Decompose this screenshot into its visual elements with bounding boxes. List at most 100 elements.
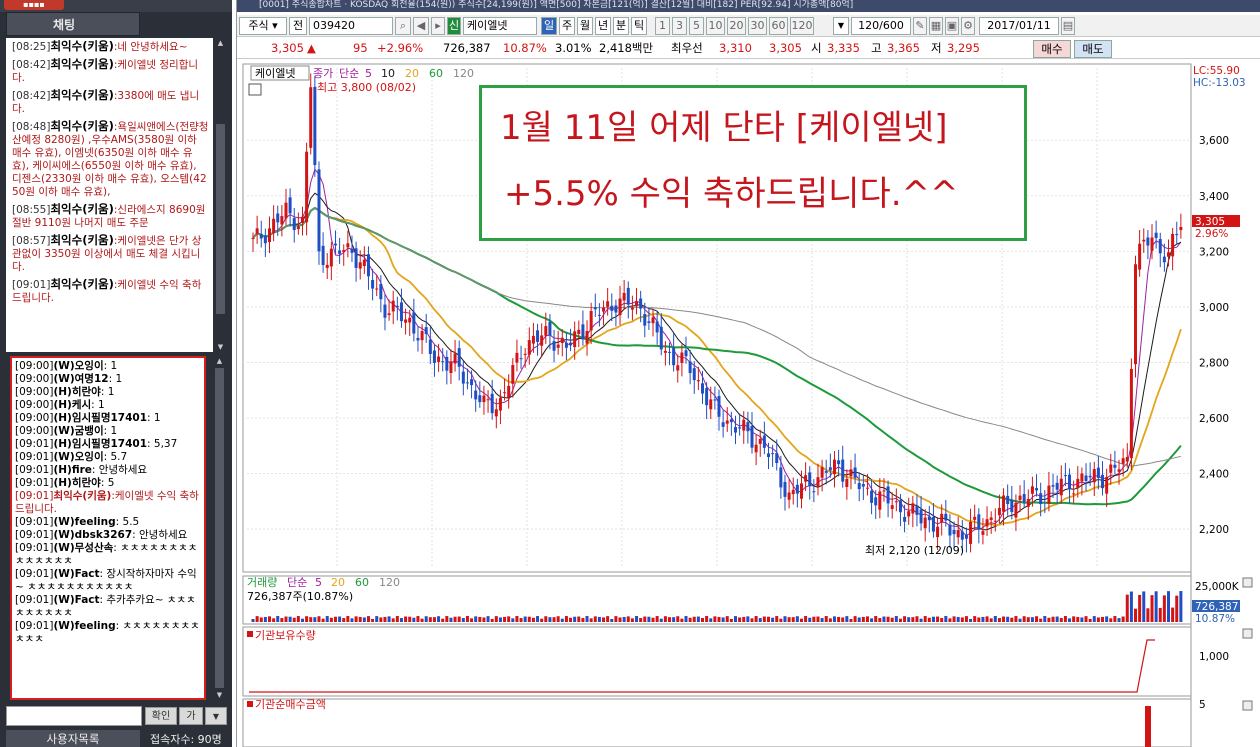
grid-icon[interactable]: ▦ [929, 17, 943, 35]
volume-bar [845, 616, 849, 622]
candle-body [1030, 486, 1034, 494]
volume-bar [705, 616, 709, 622]
scrollbar-thumb[interactable] [215, 368, 224, 688]
interval-button-3[interactable]: 10 [706, 17, 725, 35]
confirm-button[interactable]: 확인 [145, 707, 177, 725]
chat-message-input[interactable] [6, 706, 142, 726]
user-list-tab[interactable]: 사용자목록 [6, 730, 140, 747]
institution-holdings-pane [242, 626, 1192, 697]
candle-body [333, 243, 337, 246]
market-type-select[interactable]: 주식 ▾ [239, 17, 287, 35]
interval-button-7[interactable]: 120 [790, 17, 814, 35]
volume-bar [259, 617, 263, 622]
data-count-field[interactable]: 120/600 [851, 17, 911, 35]
volume-bar [791, 617, 795, 622]
buy-button[interactable]: 매수 [1033, 40, 1071, 58]
message-text: : 1 [100, 386, 115, 398]
volume-bar [717, 616, 721, 622]
volume-bar [894, 616, 898, 622]
scroll-down-arrow-icon[interactable]: ▼ [215, 342, 226, 352]
interval-button-2[interactable]: 5 [689, 17, 704, 35]
period-button-3[interactable]: 년 [595, 17, 611, 35]
chat-top-tab[interactable]: ▪▪▪▪ [4, 0, 64, 10]
candle-body [766, 453, 770, 458]
scroll-down-arrow-icon[interactable]: ▼ [214, 690, 225, 700]
candle-body [709, 399, 713, 410]
volume-bar [329, 617, 333, 622]
period-button-5[interactable]: 틱 [631, 17, 647, 35]
interval-button-6[interactable]: 60 [769, 17, 788, 35]
pin-icon[interactable]: ✎ [913, 17, 927, 35]
ma-period-5: 5 [365, 67, 372, 80]
candle-body [808, 472, 812, 486]
message-author: (W)feeling [53, 620, 116, 632]
scrollbar-thumb[interactable] [216, 124, 225, 314]
volume-bar [465, 616, 469, 622]
volume-bar [1154, 591, 1158, 622]
candle-body [643, 314, 647, 326]
dropdown-chevron-icon[interactable]: ▼ [833, 17, 849, 35]
highest-price-label: 최고 3,800 (08/02) [317, 81, 416, 94]
date-field[interactable]: 2017/01/11 [979, 17, 1059, 35]
close-icon[interactable] [1242, 628, 1253, 639]
period-button-4[interactable]: 분 [613, 17, 629, 35]
ma-type-legend: 단순 [339, 67, 359, 80]
sell-button[interactable]: 매도 [1074, 40, 1112, 58]
candle-body [1158, 239, 1162, 254]
candle-body [569, 342, 573, 346]
search-icon[interactable]: ⌕ [395, 17, 411, 35]
volume-bar [626, 616, 630, 622]
volume-bar [754, 616, 758, 622]
candle-body [849, 469, 853, 477]
chat-list-scrollbar[interactable]: ▲ ▼ [213, 356, 226, 700]
all-button[interactable]: 전 [289, 17, 307, 35]
message-time: [09:01] [15, 477, 54, 489]
trade-amount: 2,418백만 [599, 41, 654, 55]
chat-title-tab[interactable]: 채팅 [6, 12, 140, 36]
close-icon[interactable] [1242, 577, 1253, 588]
volume-bar [812, 616, 816, 622]
font-button[interactable]: 가 [179, 707, 203, 725]
message-author: (W)오잉이 [53, 360, 104, 372]
stock-name-field[interactable]: 케이엘넷 [463, 17, 537, 35]
volume-bar [251, 619, 255, 622]
scroll-up-arrow-icon[interactable]: ▲ [214, 356, 225, 366]
volume-bar [1158, 607, 1162, 622]
volume-bar [762, 616, 766, 622]
candle-body [828, 467, 832, 471]
candle-body [395, 305, 399, 308]
stock-code-input[interactable]: 039420 [309, 17, 393, 35]
candle-body [577, 329, 581, 335]
candle-body [701, 383, 705, 394]
candle-body [1101, 474, 1105, 489]
period-button-0[interactable]: 일 [541, 17, 557, 35]
next-icon[interactable]: ▸ [431, 17, 445, 35]
candle-body [1022, 494, 1026, 502]
ma-period-60: 60 [429, 67, 443, 80]
volume-bar [280, 618, 284, 622]
period-button-2[interactable]: 월 [577, 17, 593, 35]
volume-bar [387, 616, 391, 622]
volume-bar [581, 618, 585, 622]
interval-button-4[interactable]: 20 [727, 17, 746, 35]
price-axis-tick: 2,200 [1199, 524, 1229, 536]
interval-button-5[interactable]: 30 [748, 17, 767, 35]
settings-icon[interactable]: ⚙ [961, 17, 975, 35]
candle-body [993, 520, 997, 522]
close-icon[interactable] [1242, 700, 1253, 711]
best-quote-label: 최우선 [671, 41, 703, 55]
interval-button-0[interactable]: 1 [655, 17, 670, 35]
interval-button-1[interactable]: 3 [672, 17, 687, 35]
grid-toggle-icon[interactable] [248, 83, 262, 96]
chat-log-scrollbar[interactable]: ▲ ▼ [214, 38, 227, 352]
scroll-up-arrow-icon[interactable]: ▲ [215, 38, 226, 48]
ma-period-120: 120 [453, 67, 474, 80]
save-icon[interactable]: ▣ [945, 17, 959, 35]
period-button-1[interactable]: 주 [559, 17, 575, 35]
institution-netbuy-pane [242, 698, 1192, 747]
dropdown-chevron-icon[interactable]: ▼ [205, 707, 227, 725]
speaker-icon[interactable]: ◀ [413, 17, 429, 35]
calendar-icon[interactable]: ▤ [1061, 17, 1075, 35]
candle-body [515, 352, 519, 363]
candle-body [948, 524, 952, 536]
